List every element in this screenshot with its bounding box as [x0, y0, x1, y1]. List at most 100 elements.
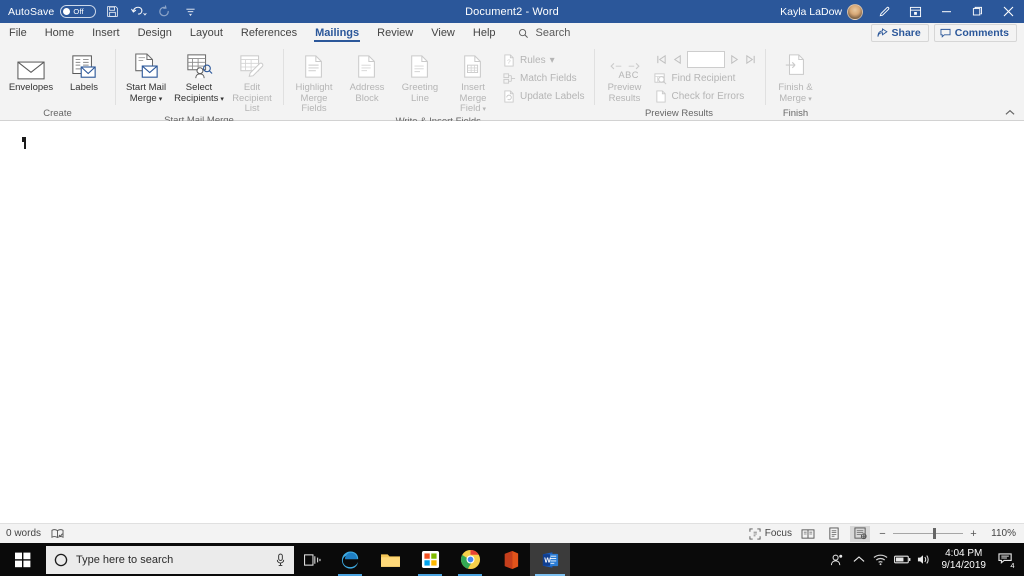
- tab-layout[interactable]: Layout: [181, 23, 232, 43]
- collapse-ribbon-chevron-icon[interactable]: [1002, 105, 1018, 119]
- proofing-errors-icon[interactable]: [51, 528, 64, 540]
- tab-home[interactable]: Home: [36, 23, 83, 43]
- microphone-icon[interactable]: [275, 553, 286, 567]
- zoom-handle[interactable]: [933, 528, 936, 539]
- minimize-button[interactable]: [931, 0, 962, 23]
- match-fields-button[interactable]: Match Fields: [500, 70, 589, 86]
- finish-and-merge-button[interactable]: Finish & Merge ▾: [770, 47, 822, 105]
- autosave-toggle[interactable]: Off: [60, 5, 97, 18]
- edit-recipient-list-button[interactable]: Edit Recipient List: [226, 47, 278, 115]
- text-cursor: [22, 137, 30, 149]
- preview-results-button[interactable]: ABC Preview Results: [599, 47, 651, 104]
- save-icon[interactable]: [102, 2, 122, 21]
- zoom-out-button[interactable]: −: [876, 528, 889, 540]
- read-mode-button[interactable]: [798, 526, 818, 542]
- insert-merge-field-label-line1: Insert Merge: [459, 82, 487, 104]
- tab-references[interactable]: References: [232, 23, 306, 43]
- pen-icon[interactable]: [869, 0, 900, 23]
- web-layout-button[interactable]: [850, 525, 870, 542]
- tab-insert[interactable]: Insert: [83, 23, 129, 43]
- address-block-label-line1: Address: [349, 82, 385, 93]
- highlight-merge-fields-label-line1: Highlight: [295, 82, 333, 93]
- taskbar-clock[interactable]: 4:04 PM 9/14/2019: [936, 548, 993, 572]
- highlight-merge-fields-button[interactable]: Highlight Merge Fields: [288, 47, 340, 115]
- greeting-line-button[interactable]: Greeting Line: [394, 47, 446, 104]
- chevron-down-icon[interactable]: ▾: [159, 96, 163, 103]
- zoom-track[interactable]: [893, 528, 963, 539]
- user-account-name[interactable]: Kayla LaDow: [780, 6, 842, 18]
- taskbar-search-input[interactable]: Type here to search: [46, 545, 294, 574]
- task-view-icon[interactable]: [294, 543, 330, 576]
- check-for-errors-button[interactable]: Check for Errors: [652, 88, 760, 104]
- avatar[interactable]: [847, 3, 863, 20]
- svg-text:?: ?: [507, 59, 511, 66]
- find-recipient-button[interactable]: Find Recipient: [652, 70, 760, 86]
- search-input[interactable]: Search: [509, 23, 580, 43]
- paragraph-mark: [22, 137, 25, 142]
- taskbar-app-file-explorer[interactable]: [370, 543, 410, 576]
- document-canvas[interactable]: [0, 121, 1024, 523]
- print-layout-button[interactable]: [824, 526, 844, 542]
- zoom-level-label[interactable]: 110%: [986, 528, 1016, 539]
- highlight-merge-fields-label-line2: Merge Fields: [300, 92, 328, 114]
- rules-button[interactable]: ? Rules ▾: [500, 52, 589, 68]
- share-button[interactable]: Share: [870, 24, 929, 42]
- previous-record-icon[interactable]: [671, 53, 684, 67]
- undo-icon[interactable]: [128, 2, 148, 21]
- ribbon-display-options-icon[interactable]: [900, 0, 931, 23]
- match-fields-icon: [502, 71, 516, 85]
- record-number-input[interactable]: [686, 51, 725, 68]
- taskbar-app-buttons: W: [330, 543, 570, 576]
- battery-icon[interactable]: [892, 543, 914, 576]
- envelopes-button[interactable]: Envelopes: [5, 47, 57, 94]
- tab-design[interactable]: Design: [129, 23, 181, 43]
- next-record-icon[interactable]: [728, 53, 741, 67]
- windows-start-icon[interactable]: [0, 543, 45, 576]
- tab-review[interactable]: Review: [368, 23, 422, 43]
- labels-button[interactable]: Labels: [58, 47, 110, 94]
- start-mail-merge-button[interactable]: Start Mail Merge ▾: [120, 47, 172, 105]
- chevron-down-icon[interactable]: ▾: [483, 106, 487, 113]
- tab-file[interactable]: File: [0, 23, 36, 43]
- tab-mailings[interactable]: Mailings: [306, 23, 368, 43]
- chevron-down-icon[interactable]: ▾: [220, 96, 224, 103]
- chevron-down-icon[interactable]: ▾: [808, 96, 812, 103]
- close-button[interactable]: [993, 0, 1024, 23]
- update-labels-button[interactable]: Update Labels: [500, 88, 589, 104]
- notification-count-badge: 4: [1008, 561, 1017, 570]
- finish-and-merge-label-line2: Merge: [779, 92, 807, 104]
- check-for-errors-icon: [654, 89, 668, 103]
- volume-icon[interactable]: [914, 543, 936, 576]
- select-recipients-button[interactable]: Select Recipients ▾: [173, 47, 225, 105]
- zoom-slider[interactable]: − +: [876, 528, 980, 540]
- tab-help[interactable]: Help: [464, 23, 505, 43]
- last-record-icon[interactable]: [744, 53, 757, 67]
- customize-quick-access-toolbar-icon[interactable]: [180, 2, 200, 21]
- address-block-button[interactable]: Address Block: [341, 47, 393, 104]
- taskbar-app-microsoft-office[interactable]: [490, 543, 530, 576]
- first-record-icon[interactable]: [655, 53, 668, 67]
- insert-merge-field-button[interactable]: Insert Merge Field ▾: [447, 47, 499, 116]
- comments-button[interactable]: Comments: [933, 24, 1017, 42]
- redo-icon[interactable]: [154, 2, 174, 21]
- people-icon[interactable]: [826, 543, 848, 576]
- focus-button[interactable]: Focus: [749, 527, 792, 540]
- wifi-icon[interactable]: [870, 543, 892, 576]
- maximize-button[interactable]: [962, 0, 993, 23]
- show-hidden-icons-chevron[interactable]: [848, 543, 870, 576]
- check-for-errors-label: Check for Errors: [671, 90, 745, 102]
- taskbar-app-microsoft-edge[interactable]: [330, 543, 370, 576]
- word-count[interactable]: 0 words: [6, 528, 41, 539]
- preview-results-small-buttons: Find Recipient Check for Errors: [652, 70, 760, 104]
- zoom-in-button[interactable]: +: [967, 528, 980, 540]
- chevron-down-icon[interactable]: ▾: [550, 55, 555, 66]
- ribbon: Envelopes Labels Create Start Mail Merge…: [0, 44, 1024, 127]
- action-center-icon[interactable]: 4: [992, 543, 1020, 576]
- taskbar-app-microsoft-word[interactable]: W: [530, 543, 570, 576]
- taskbar-app-microsoft-store[interactable]: [410, 543, 450, 576]
- taskbar-app-google-chrome[interactable]: [450, 543, 490, 576]
- update-labels-icon: [502, 89, 516, 103]
- cortana-circle-icon: [54, 553, 68, 567]
- insert-merge-field-label: Insert Merge Field ▾: [448, 82, 498, 116]
- tab-view[interactable]: View: [422, 23, 464, 43]
